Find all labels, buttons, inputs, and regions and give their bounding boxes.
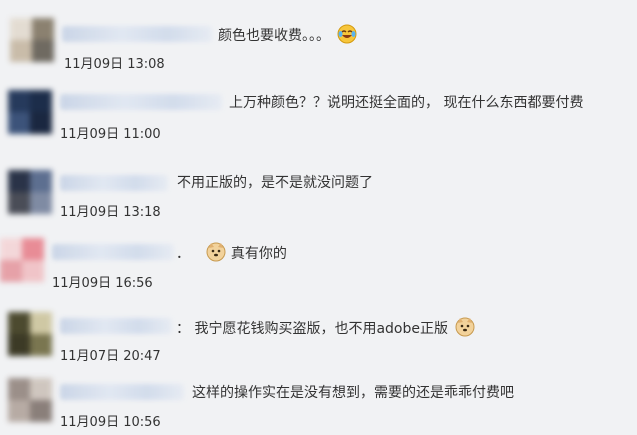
comment-text: 不用正版的，是不是就没问题了 [177,173,373,193]
doge-icon [206,242,226,262]
comment-body: 不用正版的，是不是就没问题了 [177,175,373,191]
comment-body: ． [176,246,190,262]
doge-icon [455,317,475,337]
comment-time: 11月09日 10:56 [60,415,161,430]
username[interactable] [60,318,172,334]
comment-time: 11月09日 16:56 [52,276,153,291]
avatar[interactable] [10,18,54,62]
comment-time: 11月09日 13:18 [60,205,161,220]
comment-text: 颜色也要收费。。。 [218,24,357,46]
comment-text: ． 真有你的 [176,242,287,264]
comment-text: ： 我宁愿花钱购买盗版，也不用adobe正版 [176,317,475,339]
comment-time: 11月09日 13:08 [64,57,165,72]
comment-item: 这样的操作实在是没有想到，需要的还是乖乖付费吧 11月09日 10:56 [0,368,637,434]
avatar[interactable] [0,238,44,282]
comment-item: 上万种颜色？？说明还挺全面的， 现在什么东西都要付费 11月09日 11:00 [0,78,637,144]
comment-body: 上万种颜色？？说明还挺全面的， 现在什么东西都要付费 [229,95,584,111]
avatar[interactable] [8,312,52,356]
username[interactable] [60,175,168,191]
username[interactable] [60,94,222,110]
comment-text: 这样的操作实在是没有想到，需要的还是乖乖付费吧 [192,383,514,403]
comment-text: 上万种颜色？？说明还挺全面的， 现在什么东西都要付费 [229,93,583,113]
avatar[interactable] [8,90,52,134]
username[interactable] [60,384,184,400]
avatar[interactable] [8,170,52,214]
comment-time: 11月09日 11:00 [60,127,161,142]
comment-item: 颜色也要收费。。。 11月09日 13:08 [0,8,637,74]
username[interactable] [52,244,174,260]
comment-item: ． 真有你的 11月09日 16:56 [0,230,637,296]
avatar[interactable] [8,378,52,422]
comment-item: 不用正版的，是不是就没问题了 11月09日 13:18 [0,158,637,224]
username[interactable] [62,26,212,42]
comment-body: 真有你的 [230,246,287,262]
laughing-tears-icon [337,24,357,44]
comment-body: 这样的操作实在是没有想到，需要的还是乖乖付费吧 [192,385,514,401]
comment-body: 颜色也要收费。。。 [218,28,330,44]
comment-body: ： 我宁愿花钱购买盗版，也不用adobe正版 [176,321,448,337]
comment-time: 11月07日 20:47 [60,349,161,364]
comment-item: ： 我宁愿花钱购买盗版，也不用adobe正版 11月07日 20:47 [0,300,637,366]
